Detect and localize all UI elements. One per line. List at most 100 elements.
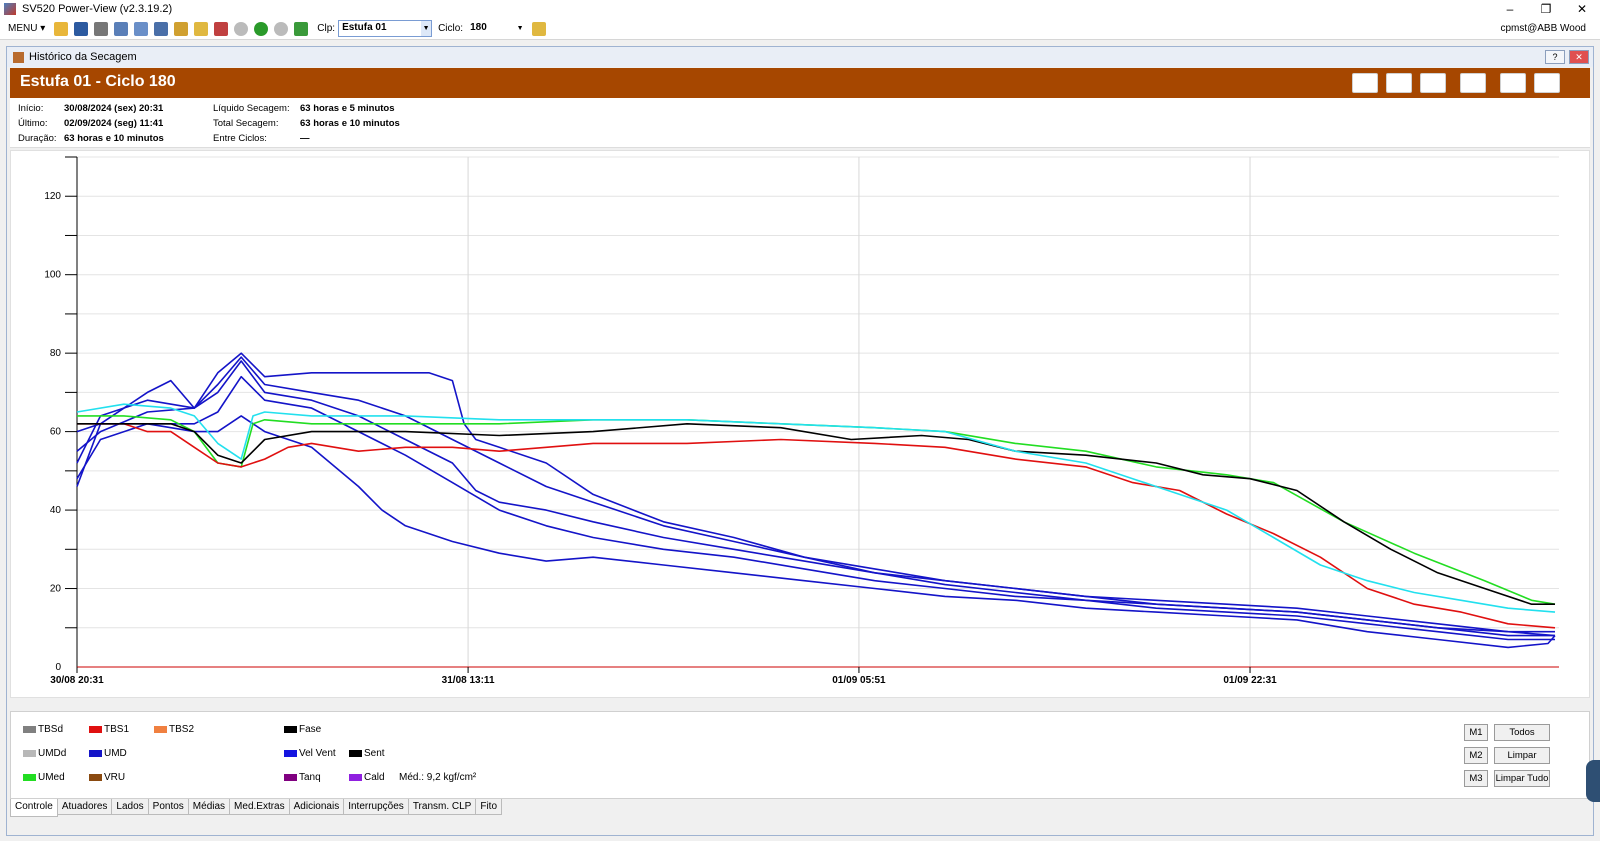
legend-item-fase[interactable]: Fase [284, 724, 321, 735]
series-line-umd-0 [76, 352, 1556, 637]
total-label: Total Secagem: [213, 118, 279, 129]
transfer-icon[interactable] [174, 21, 189, 36]
clock-icon[interactable] [234, 21, 249, 36]
entre-label: Entre Ciclos: [213, 133, 267, 144]
export-icon[interactable] [1420, 73, 1446, 93]
tab-transm-clp[interactable]: Transm. CLP [407, 799, 477, 815]
duracao-label: Duração: [18, 133, 57, 144]
legend-item-tbs1[interactable]: TBS1 [89, 724, 129, 735]
legend-swatch [284, 750, 297, 757]
series-line-umd-3 [76, 375, 1555, 641]
legend-item-cald[interactable]: Cald [349, 772, 385, 783]
chevron-down-icon: ▼ [421, 21, 432, 36]
save-icon[interactable] [74, 21, 89, 36]
window-icon[interactable] [134, 21, 149, 36]
search-icon[interactable] [532, 21, 547, 36]
legend-item-umd[interactable]: UMD [89, 748, 127, 759]
ciclo-select[interactable]: 180 ▼ [466, 20, 527, 37]
legend-label: Sent [364, 748, 385, 759]
legend-item-tbs2[interactable]: TBS2 [154, 724, 194, 735]
window-title: SV520 Power-View (v2.3.19.2) [22, 3, 173, 15]
legend-swatch [23, 750, 36, 757]
link-icon[interactable] [154, 21, 169, 36]
limpar-tudo-button[interactable]: Limpar Tudo [1494, 770, 1550, 787]
connect-icon[interactable] [254, 21, 269, 36]
entre-value: — [300, 133, 310, 144]
legend-swatch [284, 726, 297, 733]
table-icon[interactable] [1500, 73, 1526, 93]
legend-swatch [23, 726, 36, 733]
blank-icon[interactable] [1460, 73, 1486, 93]
database-icon[interactable] [194, 21, 209, 36]
legend-item-umdd[interactable]: UMDd [23, 748, 66, 759]
disconnect-icon[interactable] [274, 21, 289, 36]
history-title: Histórico da Secagem [29, 51, 137, 63]
limpar-button[interactable]: Limpar [1494, 747, 1550, 764]
menu-button[interactable]: MENU ▾ [0, 23, 51, 34]
liquido-label: Líquido Secagem: [213, 103, 290, 114]
legend-item-vel-vent[interactable]: Vel Vent [284, 748, 336, 759]
minimize-button[interactable]: – [1492, 0, 1528, 18]
clp-label: Clp: [317, 23, 336, 34]
chart-icon[interactable] [1534, 73, 1560, 93]
lock-icon[interactable] [294, 21, 309, 36]
legend-item-sent[interactable]: Sent [349, 748, 385, 759]
tab-interrup-es[interactable]: Interrupções [343, 799, 409, 815]
close-button[interactable]: ✕ [1564, 0, 1600, 18]
transfer-icon[interactable] [1386, 73, 1412, 93]
series-line-vel-vent-8 [76, 403, 1556, 613]
link-icon[interactable] [1352, 73, 1378, 93]
series-line-tbs1-6 [77, 423, 1556, 629]
clp-select[interactable]: Estufa 01 ▼ [338, 20, 433, 37]
close-subwindow-button[interactable]: ✕ [1569, 50, 1589, 64]
legend-swatch [349, 750, 362, 757]
legend-label: VRU [104, 772, 126, 783]
tab-med-extras[interactable]: Med.Extras [229, 799, 290, 815]
series-line-sent-7 [77, 423, 1555, 605]
y-tick-label: 40 [50, 505, 62, 516]
tab-pontos[interactable]: Pontos [147, 799, 189, 815]
help-button[interactable]: ? [1545, 50, 1565, 64]
legend-item-umed[interactable]: UMed [23, 772, 65, 783]
pressure-note: Méd.: 9,2 kgf/cm² [399, 772, 477, 783]
duracao-value: 63 horas e 10 minutos [64, 133, 164, 144]
m1-button[interactable]: M1 [1464, 724, 1488, 741]
tab-m-dias[interactable]: Médias [187, 799, 231, 815]
m3-button[interactable]: M3 [1464, 770, 1488, 787]
legend-label: TBSd [38, 724, 64, 735]
maximize-button[interactable]: ❐ [1528, 0, 1564, 18]
toolbar: MENU ▾ Clp: Estufa 01 ▼ Ciclo: 180 ▼ cpmst… [0, 18, 1600, 40]
legend-label: UMD [104, 748, 127, 759]
tab-atuadores[interactable]: Atuadores [56, 799, 113, 815]
side-panel-handle[interactable] [1586, 760, 1600, 802]
inicio-value: 30/08/2024 (sex) 20:31 [64, 103, 164, 114]
chevron-down-icon: ▼ [515, 21, 526, 36]
tab-adicionais[interactable]: Adicionais [288, 799, 345, 815]
tab-controle[interactable]: Controle [10, 799, 58, 817]
legend-label: TBS1 [104, 724, 130, 735]
copy-icon[interactable] [114, 21, 129, 36]
drying-chart[interactable]: 0 20 40 60 80 100 120 30/08 20:31 31/08 13:11 01/… [10, 150, 1590, 698]
inicio-label: Início: [18, 103, 44, 114]
open-icon[interactable] [54, 21, 69, 36]
y-tick-label: 100 [44, 270, 61, 281]
m2-button[interactable]: M2 [1464, 747, 1488, 764]
legend-swatch [89, 726, 102, 733]
tab-lados[interactable]: Lados [111, 799, 149, 815]
todos-button[interactable]: Todos [1494, 724, 1550, 741]
app-icon [4, 3, 16, 15]
legend-item-vru[interactable]: VRU [89, 772, 125, 783]
y-tick-label: 0 [55, 662, 61, 673]
legend-item-tbsd[interactable]: TBSd [23, 724, 63, 735]
ultimo-value: 02/09/2024 (seg) 11:41 [64, 118, 164, 129]
report-icon[interactable] [214, 21, 229, 36]
ciclo-label: Ciclo: [438, 23, 464, 34]
legend-swatch [284, 774, 297, 781]
print-icon[interactable] [94, 21, 109, 36]
legend-label: UMed [38, 772, 65, 783]
legend-item-tanq[interactable]: Tanq [284, 772, 321, 783]
x-tick-label: 01/09 05:51 [832, 675, 886, 686]
tab-fito[interactable]: Fito [475, 799, 503, 815]
user-label: cpmst@ABB Wood [1500, 23, 1586, 34]
liquido-value: 63 horas e 5 minutos [300, 103, 395, 114]
